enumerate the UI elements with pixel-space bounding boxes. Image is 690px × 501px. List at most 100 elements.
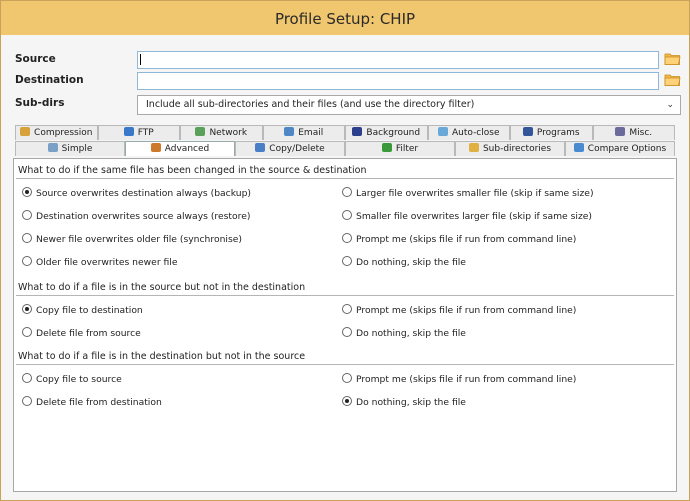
tab-advanced[interactable]: Advanced bbox=[125, 141, 235, 156]
subdirs-label: Sub-dirs bbox=[15, 97, 65, 109]
radio-unchecked-icon[interactable] bbox=[342, 327, 352, 337]
radio-label: Source overwrites destination always (ba… bbox=[36, 188, 252, 199]
misc-icon bbox=[615, 127, 626, 136]
radio-option[interactable]: Newer file overwrites older file (synchr… bbox=[22, 233, 242, 245]
radio-unchecked-icon[interactable] bbox=[342, 210, 352, 220]
subdirs-select[interactable]: Include all sub-directories and their fi… bbox=[137, 95, 681, 115]
destination-folder-icon[interactable] bbox=[664, 72, 681, 87]
destination-input[interactable] bbox=[137, 72, 659, 90]
radio-option[interactable]: Prompt me (skips file if run from comman… bbox=[342, 233, 576, 245]
section-heading: What to do if a file is in the source bu… bbox=[18, 282, 306, 293]
subdirs-row: Sub-dirs Include all sub-directories and… bbox=[9, 95, 681, 115]
programs-icon bbox=[522, 127, 533, 136]
tab-label: Sub-directories bbox=[482, 144, 552, 154]
radio-option[interactable]: Prompt me (skips file if run from comman… bbox=[342, 304, 576, 316]
section-divider bbox=[16, 364, 674, 365]
radio-unchecked-icon[interactable] bbox=[22, 256, 32, 266]
source-folder-icon[interactable] bbox=[664, 51, 681, 66]
radio-label: Smaller file overwrites larger file (ski… bbox=[356, 211, 593, 222]
simple-icon bbox=[47, 143, 58, 152]
radio-label: Newer file overwrites older file (synchr… bbox=[36, 234, 242, 245]
tab-label: Advanced bbox=[164, 144, 210, 154]
tab-email[interactable]: Email bbox=[262, 125, 345, 140]
radio-option[interactable]: Do nothing, skip the file bbox=[342, 327, 466, 339]
radio-option[interactable]: Smaller file overwrites larger file (ski… bbox=[342, 210, 592, 222]
tab-programs[interactable]: Programs bbox=[510, 125, 593, 140]
source-input[interactable] bbox=[137, 51, 659, 69]
radio-label: Destination overwrites source always (re… bbox=[36, 211, 251, 222]
radio-unchecked-icon[interactable] bbox=[22, 210, 32, 220]
radio-unchecked-icon[interactable] bbox=[22, 396, 32, 406]
network-icon bbox=[195, 127, 206, 136]
radio-option[interactable]: Delete file from destination bbox=[22, 396, 162, 408]
radio-unchecked-icon[interactable] bbox=[342, 256, 352, 266]
radio-unchecked-icon[interactable] bbox=[342, 304, 352, 314]
tab-copy-delete[interactable]: Copy/Delete bbox=[235, 141, 345, 156]
source-label: Source bbox=[15, 53, 56, 65]
radio-option[interactable]: Larger file overwrites smaller file (ski… bbox=[342, 187, 594, 199]
radio-option[interactable]: Do nothing, skip the file bbox=[342, 396, 466, 408]
tab-label: Copy/Delete bbox=[269, 144, 325, 154]
tab-filter[interactable]: Filter bbox=[345, 141, 455, 156]
tab-auto-close[interactable]: Auto-close bbox=[427, 125, 510, 140]
radio-unchecked-icon[interactable] bbox=[22, 233, 32, 243]
tab-label: Programs bbox=[536, 128, 580, 138]
tab-compare-options[interactable]: Compare Options bbox=[565, 141, 675, 156]
tab-row-top: Compression FTP Network Email Background Auto… bbox=[15, 125, 675, 140]
tab-misc[interactable]: Misc. bbox=[592, 125, 675, 140]
radio-option[interactable]: Prompt me (skips file if run from comman… bbox=[342, 373, 576, 385]
section-heading: What to do if the same file has been cha… bbox=[18, 165, 367, 176]
radio-option[interactable]: Source overwrites destination always (ba… bbox=[22, 187, 251, 199]
email-icon bbox=[284, 127, 295, 136]
tab-label: Filter bbox=[395, 144, 419, 154]
filter-icon bbox=[381, 143, 392, 152]
tab-simple[interactable]: Simple bbox=[15, 141, 125, 156]
destination-label: Destination bbox=[15, 74, 84, 86]
ftp-icon bbox=[123, 127, 134, 136]
tab-background[interactable]: Background bbox=[345, 125, 428, 140]
radio-checked-icon[interactable] bbox=[342, 396, 352, 406]
radio-option[interactable]: Copy file to source bbox=[22, 373, 122, 385]
radio-option[interactable]: Delete file from source bbox=[22, 327, 141, 339]
tab-label: FTP bbox=[137, 128, 154, 138]
copy-delete-icon bbox=[255, 143, 266, 152]
advanced-panel: What to do if the same file has been cha… bbox=[13, 158, 677, 492]
tab-sub-directories[interactable]: Sub-directories bbox=[455, 141, 565, 156]
radio-checked-icon[interactable] bbox=[22, 187, 32, 197]
radio-unchecked-icon[interactable] bbox=[342, 373, 352, 383]
section-divider bbox=[16, 295, 674, 296]
radio-label: Prompt me (skips file if run from comman… bbox=[356, 234, 577, 245]
radio-label: Larger file overwrites smaller file (ski… bbox=[356, 188, 594, 199]
radio-label: Copy file to destination bbox=[36, 305, 143, 316]
radio-option[interactable]: Copy file to destination bbox=[22, 304, 143, 316]
destination-row: Destination bbox=[9, 72, 681, 90]
chevron-down-icon: ⌄ bbox=[666, 100, 674, 110]
radio-option[interactable]: Do nothing, skip the file bbox=[342, 256, 466, 268]
radio-label: Do nothing, skip the file bbox=[356, 257, 466, 268]
text-caret bbox=[140, 54, 141, 65]
sub-directories-icon bbox=[468, 143, 479, 152]
tab-network[interactable]: Network bbox=[180, 125, 263, 140]
radio-label: Do nothing, skip the file bbox=[356, 397, 466, 408]
radio-unchecked-icon[interactable] bbox=[22, 327, 32, 337]
radio-option[interactable]: Older file overwrites newer file bbox=[22, 256, 178, 268]
tab-label: Misc. bbox=[629, 128, 653, 138]
tab-label: Network bbox=[209, 128, 248, 138]
subdirs-selected-value: Include all sub-directories and their fi… bbox=[146, 99, 475, 110]
tab-label: Background bbox=[366, 128, 421, 138]
radio-label: Older file overwrites newer file bbox=[36, 257, 178, 268]
compression-icon bbox=[20, 127, 31, 136]
source-row: Source bbox=[9, 51, 681, 69]
tab-label: Compare Options bbox=[587, 144, 667, 154]
window-title: Profile Setup: CHIP bbox=[1, 1, 689, 35]
radio-unchecked-icon[interactable] bbox=[22, 373, 32, 383]
tab-ftp[interactable]: FTP bbox=[97, 125, 180, 140]
tab-row-bottom: Simple Advanced Copy/Delete Filter Sub-direc… bbox=[15, 141, 675, 156]
radio-unchecked-icon[interactable] bbox=[342, 187, 352, 197]
section-divider bbox=[16, 178, 674, 179]
tab-compression[interactable]: Compression bbox=[15, 125, 98, 140]
section-heading: What to do if a file is in the destinati… bbox=[18, 351, 306, 362]
radio-option[interactable]: Destination overwrites source always (re… bbox=[22, 210, 250, 222]
radio-checked-icon[interactable] bbox=[22, 304, 32, 314]
radio-unchecked-icon[interactable] bbox=[342, 233, 352, 243]
